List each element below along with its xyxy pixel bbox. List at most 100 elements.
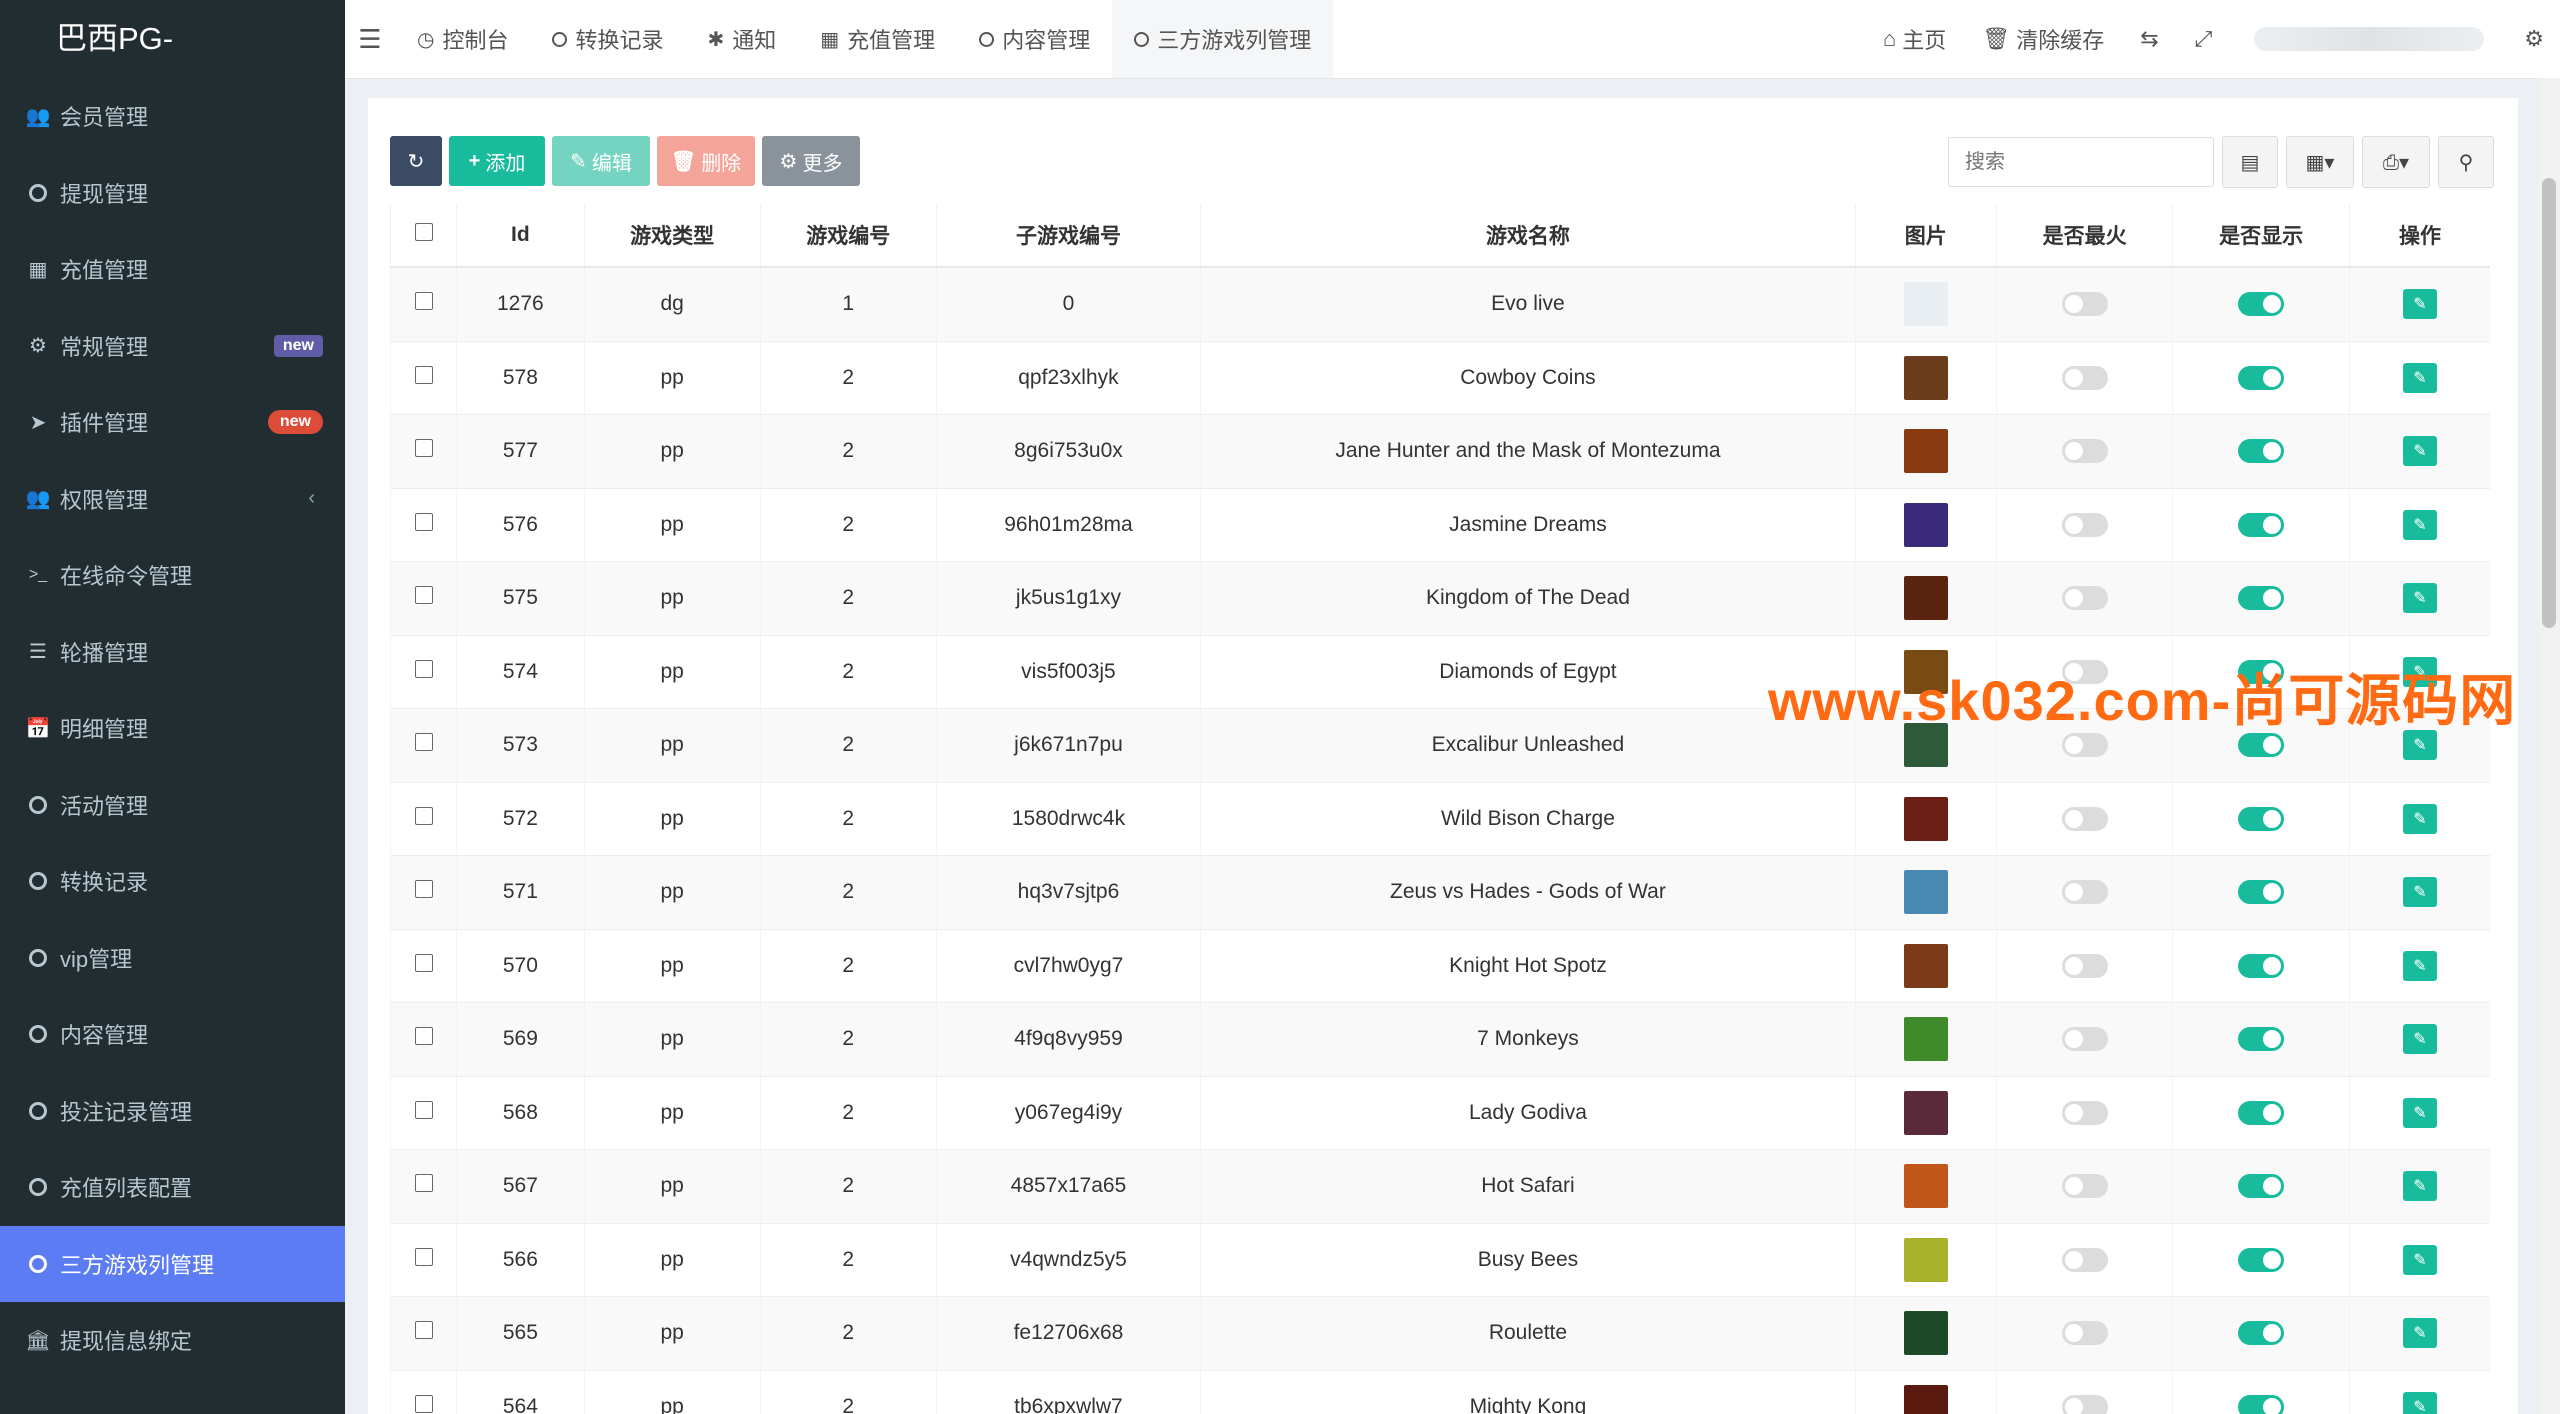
table-row[interactable]: 564 pp 2 tb6xpxwlw7 Mighty Kong ✎ — [389, 1370, 2490, 1414]
table-row[interactable]: 578 pp 2 qpf23xlhyk Cowboy Coins ✎ — [389, 341, 2490, 415]
sidebar-item[interactable]: 充值列表配置 — [0, 1149, 345, 1226]
header-tab[interactable]: 三方游戏列管理 — [1112, 0, 1334, 78]
row-checkbox[interactable] — [414, 1394, 433, 1413]
sidebar-item[interactable]: 投注记录管理 — [0, 1073, 345, 1150]
show-toggle[interactable] — [2238, 1100, 2285, 1125]
col-game-type[interactable]: 游戏类型 — [583, 204, 761, 268]
home-link[interactable]: ⌂ 主页 — [1865, 23, 1964, 55]
col-actions[interactable]: 操作 — [2348, 204, 2490, 268]
row-select-cell[interactable] — [389, 267, 457, 342]
row-checkbox[interactable] — [414, 1027, 433, 1046]
row-checkbox[interactable] — [414, 439, 433, 458]
row-select-cell[interactable] — [389, 488, 457, 562]
row-checkbox[interactable] — [414, 512, 433, 531]
scrollbar[interactable] — [2538, 78, 2560, 1414]
row-select-cell[interactable] — [389, 1296, 457, 1371]
row-edit-button[interactable]: ✎ — [2402, 583, 2437, 614]
sidebar-item[interactable]: 活动管理 — [0, 767, 345, 844]
table-row[interactable]: 569 pp 2 4f9q8vy959 7 Monkeys ✎ — [389, 1002, 2490, 1077]
show-toggle[interactable] — [2238, 1174, 2285, 1199]
header-tab[interactable]: ▦ 充值管理 — [798, 0, 957, 78]
select-all-checkbox[interactable] — [414, 223, 433, 241]
hot-toggle[interactable] — [2061, 1394, 2108, 1414]
game-thumbnail[interactable] — [1903, 1311, 1948, 1356]
row-checkbox[interactable] — [414, 1100, 433, 1119]
table-row[interactable]: 570 pp 2 cvl7hw0yg7 Knight Hot Spotz ✎ — [389, 929, 2490, 1003]
sidebar-item[interactable]: ☰ 轮播管理 — [0, 614, 345, 691]
table-row[interactable]: 1276 dg 1 0 Evo live ✎ — [389, 267, 2490, 342]
game-thumbnail[interactable] — [1903, 576, 1948, 621]
show-toggle[interactable] — [2238, 292, 2285, 317]
row-select-cell[interactable] — [389, 341, 457, 415]
row-edit-button[interactable]: ✎ — [2402, 362, 2437, 393]
show-toggle[interactable] — [2238, 1394, 2285, 1414]
sidebar-item[interactable]: 👥 权限管理 ‹ — [0, 461, 345, 538]
row-select-cell[interactable] — [389, 1149, 457, 1224]
row-select-cell[interactable] — [389, 929, 457, 1003]
game-thumbnail[interactable] — [1903, 502, 1948, 547]
row-checkbox[interactable] — [414, 1174, 433, 1193]
row-edit-button[interactable]: ✎ — [2402, 950, 2437, 981]
table-row[interactable]: 572 pp 2 1580drwc4k Wild Bison Charge ✎ — [389, 782, 2490, 856]
game-thumbnail[interactable] — [1903, 943, 1948, 988]
row-edit-button[interactable]: ✎ — [2402, 1171, 2437, 1202]
sidebar-item[interactable]: ⚙ 常规管理 new — [0, 308, 345, 385]
search-input[interactable] — [1948, 137, 2214, 187]
row-checkbox[interactable] — [414, 365, 433, 384]
columns-dropdown-button[interactable]: ▦▾ — [2286, 136, 2354, 188]
brand-logo[interactable]: 巴西PG- — [0, 0, 345, 78]
row-checkbox[interactable] — [414, 659, 433, 678]
add-button[interactable]: + 添加 — [449, 136, 545, 186]
hot-toggle[interactable] — [2061, 953, 2108, 978]
game-thumbnail[interactable] — [1903, 870, 1948, 915]
game-thumbnail[interactable] — [1903, 429, 1948, 474]
game-thumbnail[interactable] — [1903, 1384, 1948, 1414]
row-select-cell[interactable] — [389, 1002, 457, 1077]
row-select-cell[interactable] — [389, 1076, 457, 1150]
sidebar-item[interactable]: ▦ 充值管理 — [0, 231, 345, 308]
show-toggle[interactable] — [2238, 953, 2285, 978]
table-row[interactable]: 575 pp 2 jk5us1g1xy Kingdom of The Dead ✎ — [389, 561, 2490, 636]
col-image[interactable]: 图片 — [1854, 204, 1997, 268]
user-menu[interactable] — [2254, 27, 2485, 51]
show-toggle[interactable] — [2238, 586, 2285, 611]
table-row[interactable]: 566 pp 2 v4qwndz5y5 Busy Bees ✎ — [389, 1223, 2490, 1297]
game-thumbnail[interactable] — [1903, 1090, 1948, 1135]
hot-toggle[interactable] — [2061, 439, 2108, 464]
show-toggle[interactable] — [2238, 806, 2285, 831]
row-checkbox[interactable] — [414, 586, 433, 605]
sidebar-item[interactable]: 📅 明细管理 — [0, 690, 345, 767]
select-all-header[interactable] — [389, 204, 457, 268]
scrollbar-thumb[interactable] — [2542, 178, 2556, 628]
game-thumbnail[interactable] — [1903, 1237, 1948, 1282]
row-checkbox[interactable] — [414, 1321, 433, 1340]
row-edit-button[interactable]: ✎ — [2402, 436, 2437, 467]
show-toggle[interactable] — [2238, 439, 2285, 464]
settings-gear-icon[interactable]: ⚙ — [2508, 26, 2560, 52]
show-toggle[interactable] — [2238, 1027, 2285, 1052]
table-row[interactable]: 568 pp 2 y067eg4i9y Lady Godiva ✎ — [389, 1076, 2490, 1150]
delete-button[interactable]: 🗑 删除 — [657, 136, 755, 186]
show-toggle[interactable] — [2238, 1321, 2285, 1346]
table-row[interactable]: 571 pp 2 hq3v7sjtp6 Zeus vs Hades - Gods of … — [389, 855, 2490, 930]
sidebar-item[interactable]: 提现管理 — [0, 155, 345, 232]
row-edit-button[interactable]: ✎ — [2402, 877, 2437, 908]
row-select-cell[interactable] — [389, 414, 457, 489]
row-edit-button[interactable]: ✎ — [2402, 1391, 2437, 1414]
table-row[interactable]: 576 pp 2 96h01m28ma Jasmine Dreams ✎ — [389, 488, 2490, 562]
row-checkbox[interactable] — [414, 1247, 433, 1266]
sidebar-item[interactable]: 三方游戏列管理 — [0, 1225, 345, 1302]
game-thumbnail[interactable] — [1903, 1017, 1948, 1062]
hot-toggle[interactable] — [2061, 1027, 2108, 1052]
header-tab[interactable]: ◷ 控制台 — [395, 0, 530, 78]
sidebar-item[interactable]: vip管理 — [0, 920, 345, 997]
hot-toggle[interactable] — [2061, 1247, 2108, 1272]
row-checkbox[interactable] — [414, 292, 433, 311]
hot-toggle[interactable] — [2061, 1174, 2108, 1199]
col-game-no[interactable]: 游戏编号 — [759, 204, 937, 268]
edit-button[interactable]: ✎ 编辑 — [552, 136, 650, 186]
sidebar-item[interactable]: >_ 在线命令管理 — [0, 537, 345, 614]
row-edit-button[interactable]: ✎ — [2402, 1318, 2437, 1349]
hot-toggle[interactable] — [2061, 880, 2108, 905]
row-edit-button[interactable]: ✎ — [2402, 509, 2437, 540]
